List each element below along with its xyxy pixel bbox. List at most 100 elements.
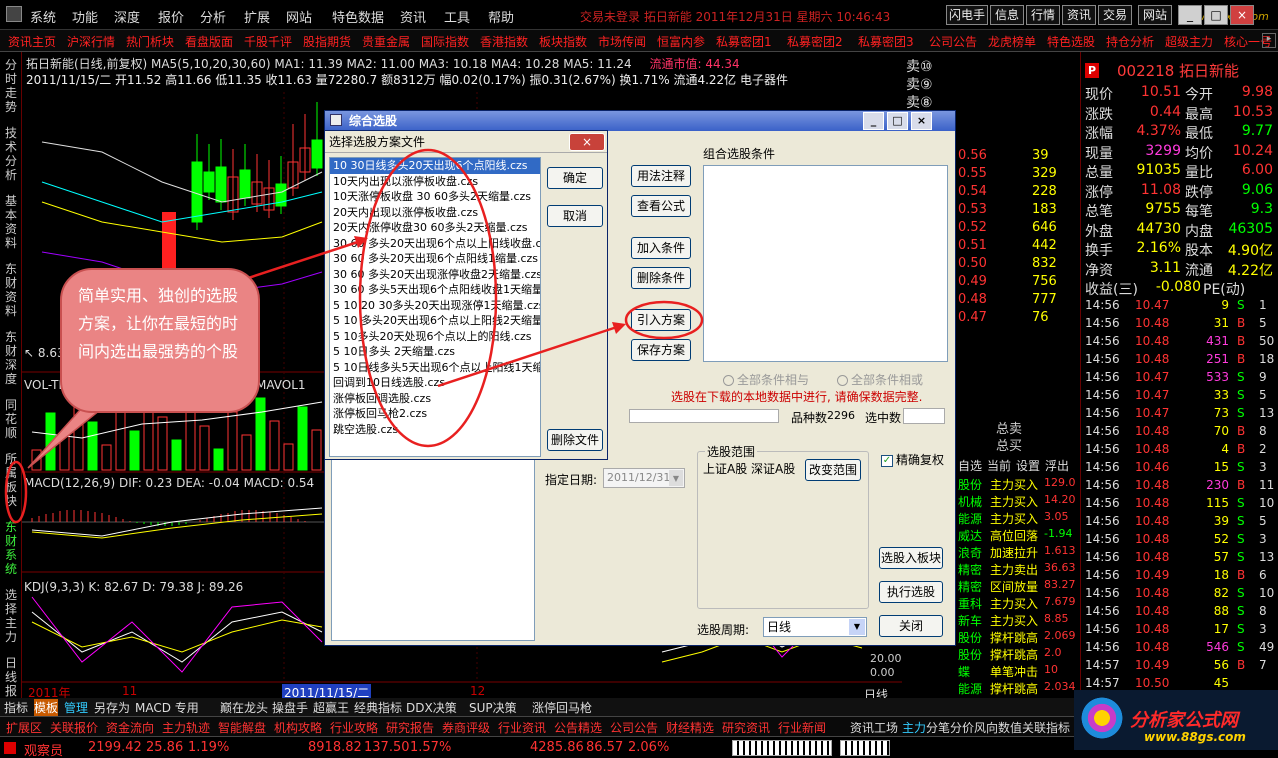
side-tab[interactable]: 东财深度 xyxy=(3,330,19,386)
tab-item[interactable]: 私募密团3 xyxy=(858,33,914,50)
indicator-tab[interactable]: 经典指标 xyxy=(354,699,402,716)
tab-scroll[interactable]: ▸ xyxy=(1262,33,1276,48)
tab-item[interactable]: 市场传闻 xyxy=(598,33,646,50)
plan-file-item[interactable]: 30 60 多头5天出现6个点阳线收盘1天缩量.czs xyxy=(330,282,540,298)
plan-file-item[interactable]: 5 10日多头 2天缩量.czs xyxy=(330,344,540,360)
menu-item[interactable]: 工具 xyxy=(444,7,470,26)
side-tab[interactable]: 分时走势 xyxy=(3,58,19,114)
extension-tab[interactable]: 公告精选 xyxy=(554,719,602,736)
indicator-tab[interactable]: 指标 xyxy=(4,699,28,716)
info-tab[interactable]: 资讯工场 xyxy=(850,719,898,736)
file-dialog-close-icon[interactable]: × xyxy=(569,133,605,151)
alert-stock[interactable]: 机械 xyxy=(958,493,982,510)
indicator-tab[interactable]: 超赢王 xyxy=(313,699,349,716)
plan-file-item[interactable]: 10天内出现以涨停板收盘.czs xyxy=(330,174,540,190)
alert-stock[interactable]: 能源 xyxy=(958,510,982,527)
indicator-tab[interactable]: 模板 xyxy=(34,699,59,716)
save-plan-button[interactable]: 保存方案 xyxy=(631,339,691,361)
info-tab[interactable]: 分价 xyxy=(950,719,974,736)
alert-stock[interactable]: 股份 xyxy=(958,629,982,646)
plan-file-item[interactable]: 10天涨停板收盘 30 60多头2天缩量.czs xyxy=(330,189,540,205)
plan-file-item[interactable]: 10 30日线多头20天出现6个点阳线.czs xyxy=(330,158,540,174)
menu-item[interactable]: 报价 xyxy=(158,7,184,26)
tab-item[interactable]: 沪深行情 xyxy=(67,33,115,50)
cancel-button[interactable]: 取消 xyxy=(547,205,603,227)
info-tab[interactable]: 关联 xyxy=(1022,719,1046,736)
side-tab[interactable]: 基本资料 xyxy=(3,194,19,250)
menu-item[interactable]: 帮助 xyxy=(488,7,514,26)
side-tab[interactable]: 东财系统 xyxy=(3,520,19,576)
side-tab[interactable]: 选择主力 xyxy=(3,588,19,644)
dialog-close-icon[interactable]: × xyxy=(911,112,932,130)
tab-item[interactable]: 香港指数 xyxy=(480,33,528,50)
top-button[interactable]: 网站 xyxy=(1138,5,1172,25)
radio-or[interactable]: 全部条件相或 xyxy=(837,371,923,388)
app-menu-icon[interactable] xyxy=(6,6,22,22)
dialog-maximize-icon[interactable]: □ xyxy=(887,112,908,130)
add-to-block-button[interactable]: 选股入板块 xyxy=(879,547,943,569)
indicator-tab[interactable]: 另存为 xyxy=(94,699,130,716)
tab-item[interactable]: 板块指数 xyxy=(539,33,587,50)
plan-file-item[interactable]: 5 10 多头20天出现6个点以上阳线2天缩量.czs xyxy=(330,313,540,329)
extension-tab[interactable]: 研究报告 xyxy=(386,719,434,736)
date-dropdown-icon[interactable]: ▼ xyxy=(669,470,683,486)
plan-file-item[interactable]: 涨停板回调选股.czs xyxy=(330,391,540,407)
tab-item[interactable]: 持仓分析 xyxy=(1106,33,1154,50)
alert-stock[interactable]: 股份 xyxy=(958,646,982,663)
alert-stock[interactable]: 精密 xyxy=(958,561,982,578)
tab-item[interactable]: 千股千评 xyxy=(244,33,292,50)
indicator-tab[interactable]: 涨停回马枪 xyxy=(532,699,592,716)
tab-item[interactable]: 国际指数 xyxy=(421,33,469,50)
top-button[interactable]: 资讯 xyxy=(1062,5,1096,25)
info-tab[interactable]: 数值 xyxy=(998,719,1022,736)
ok-button[interactable]: 确定 xyxy=(547,167,603,189)
period-select[interactable]: 日线 ▼ xyxy=(763,617,867,637)
extension-tab[interactable]: 财经精选 xyxy=(666,719,714,736)
plan-file-item[interactable]: 回调到10日线选股.czs xyxy=(330,375,540,391)
plan-file-item[interactable]: 5 10 20 30多头20天出现涨停1天缩量.czs xyxy=(330,298,540,314)
maximize-icon[interactable]: □ xyxy=(1204,5,1228,25)
plan-file-item[interactable]: 30 60 多头20天出现6个点阳线1缩量.czs xyxy=(330,251,540,267)
alert-stock[interactable]: 新车 xyxy=(958,612,982,629)
tab-item[interactable]: 热门析块 xyxy=(126,33,174,50)
condition-list[interactable] xyxy=(703,165,948,362)
extension-tab[interactable]: 关联报价 xyxy=(50,719,98,736)
menu-item[interactable]: 深度 xyxy=(114,7,140,26)
radio-and[interactable]: 全部条件相与 xyxy=(723,371,809,388)
change-range-button[interactable]: 改变范围 xyxy=(805,459,861,481)
extension-tab[interactable]: 行业攻略 xyxy=(330,719,378,736)
tab-item[interactable]: 特色选股 xyxy=(1047,33,1095,50)
side-tab[interactable]: 同花顺 xyxy=(3,398,19,440)
file-list[interactable]: 10 30日线多头20天出现6个点阳线.czs 10天内出现以涨停板收盘.czs 1… xyxy=(329,157,541,457)
alert-stock[interactable]: 股份 xyxy=(958,476,982,493)
plan-file-item[interactable]: 5 10日线多头5天出现6个点以上阳线1天缩量.czs xyxy=(330,360,540,376)
menu-item[interactable]: 网站 xyxy=(286,7,312,26)
extension-tab[interactable]: 行业新闻 xyxy=(778,719,826,736)
top-button[interactable]: 闪电手 xyxy=(946,5,988,25)
tab-item[interactable]: 私募密团2 xyxy=(787,33,843,50)
menu-item[interactable]: 系统 xyxy=(30,7,56,26)
extension-tab[interactable]: 研究资讯 xyxy=(722,719,770,736)
top-button[interactable]: 交易 xyxy=(1098,5,1132,25)
plan-file-item[interactable]: 20天内出现以涨停板收盘.czs xyxy=(330,205,540,221)
watch-tab[interactable]: 设置 xyxy=(1016,457,1040,474)
indicator-tab[interactable]: 管理 xyxy=(64,699,88,716)
extension-tab[interactable]: 扩展区 xyxy=(6,719,42,736)
date-input[interactable]: 2011/12/31 ▼ xyxy=(603,468,685,488)
extension-tab[interactable]: 行业资讯 xyxy=(498,719,546,736)
tab-item[interactable]: 股指期货 xyxy=(303,33,351,50)
extension-tab[interactable]: 智能解盘 xyxy=(218,719,266,736)
close-dialog-button[interactable]: 关闭 xyxy=(879,615,943,637)
menu-item[interactable]: 资讯 xyxy=(400,7,426,26)
plan-file-item[interactable]: 20天内涨停收盘30 60多头2天缩量.czs xyxy=(330,220,540,236)
tab-item[interactable]: 资讯主页 xyxy=(8,33,56,50)
watch-tab[interactable]: 自选 xyxy=(958,457,982,474)
menu-item[interactable]: 功能 xyxy=(72,7,98,26)
info-tab[interactable]: 主力 xyxy=(902,719,926,736)
tab-item[interactable]: 看盘版面 xyxy=(185,33,233,50)
delete-file-button[interactable]: 删除文件 xyxy=(547,429,603,451)
exact-adjust-checkbox[interactable]: ✓ 精确复权 xyxy=(881,451,944,468)
extension-tab[interactable]: 公司公告 xyxy=(610,719,658,736)
tab-item[interactable]: 超级主力 xyxy=(1165,33,1213,50)
minimize-icon[interactable]: _ xyxy=(1178,5,1202,25)
